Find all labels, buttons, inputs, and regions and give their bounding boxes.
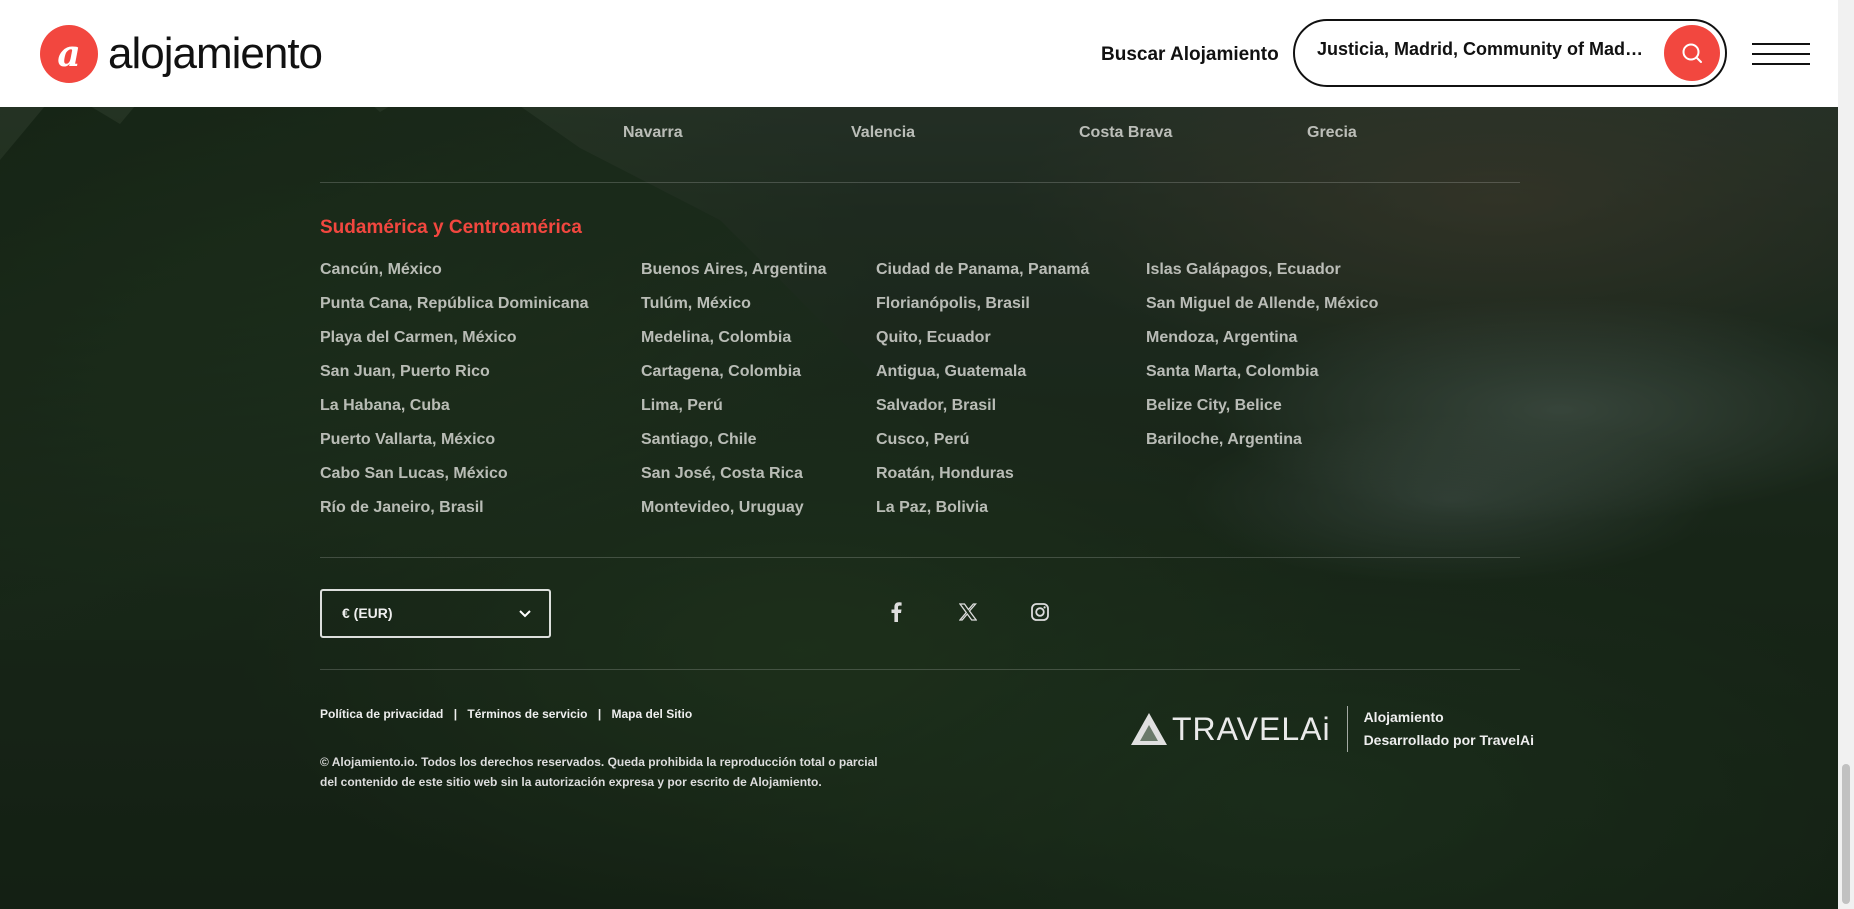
travelai-logo[interactable]: TRAVELAi [1130, 711, 1331, 748]
link-destination[interactable]: Santiago, Chile [641, 431, 757, 449]
logo-mark-icon: a [40, 25, 98, 83]
link-destination[interactable]: Valencia [851, 124, 915, 142]
search-input[interactable]: Justicia, Madrid, Community of Madri... [1317, 39, 1647, 67]
copyright-line: © Alojamiento.io. Todos los derechos res… [320, 755, 878, 769]
scrollbar-thumb[interactable] [1842, 764, 1850, 904]
section-title-sudamerica: Sudamérica y Centroamérica [320, 217, 582, 238]
link-destination[interactable]: Cusco, Perú [876, 431, 969, 449]
x-link[interactable] [956, 600, 980, 624]
link-destination[interactable]: Mendoza, Argentina [1146, 329, 1297, 347]
link-destination[interactable]: Roatán, Honduras [876, 465, 1014, 483]
sitemap-link[interactable]: Mapa del Sitio [612, 707, 693, 721]
brand-text: Alojamiento Desarrollado por TravelAi [1364, 706, 1534, 752]
link-destination[interactable]: Cabo San Lucas, México [320, 465, 508, 483]
x-icon [959, 603, 977, 621]
currency-value: € (EUR) [342, 605, 393, 621]
link-destination[interactable]: Lima, Perú [641, 397, 723, 415]
link-destination[interactable]: Antigua, Guatemala [876, 363, 1026, 381]
link-destination[interactable]: Florianópolis, Brasil [876, 295, 1030, 313]
footer-content: Navarra Valencia Costa Brava Grecia Suda… [0, 0, 1838, 909]
link-destination[interactable]: San José, Costa Rica [641, 465, 803, 483]
divider [320, 182, 1520, 183]
link-destination[interactable]: Punta Cana, República Dominicana [320, 295, 589, 313]
link-destination[interactable]: Medelina, Colombia [641, 329, 791, 347]
hamburger-menu-icon [1752, 43, 1810, 45]
divider [320, 669, 1520, 670]
copyright-text: © Alojamiento.io. Todos los derechos res… [320, 752, 940, 792]
search-button[interactable] [1664, 25, 1720, 81]
link-destination[interactable]: Puerto Vallarta, México [320, 431, 495, 449]
link-destination[interactable]: Buenos Aires, Argentina [641, 261, 827, 279]
search-icon [1682, 43, 1702, 63]
link-destination[interactable]: La Habana, Cuba [320, 397, 450, 415]
link-destination[interactable]: La Paz, Bolivia [876, 499, 988, 517]
separator: | [597, 707, 602, 721]
link-destination[interactable]: Costa Brava [1079, 124, 1172, 142]
site-logo[interactable]: a alojamiento [40, 25, 323, 83]
legal-links: Política de privacidad | Términos de ser… [320, 707, 692, 721]
currency-select[interactable]: € (EUR) [320, 589, 551, 638]
link-destination[interactable]: Cartagena, Colombia [641, 363, 801, 381]
copyright-line: del contenido de este sitio web sin la a… [320, 775, 822, 789]
brand-line-developed-by: Desarrollado por TravelAi [1363, 732, 1534, 748]
hamburger-menu-button[interactable] [1752, 43, 1810, 65]
link-destination[interactable]: Belize City, Belice [1146, 397, 1282, 415]
divider [320, 557, 1520, 558]
link-destination[interactable]: Playa del Carmen, México [320, 329, 517, 347]
link-destination[interactable]: Montevideo, Uruguay [641, 499, 804, 517]
brand-divider [1346, 706, 1348, 752]
site-header: a alojamiento Buscar Alojamiento Justici… [0, 0, 1838, 107]
link-destination[interactable]: Ciudad de Panama, Panamá [876, 261, 1089, 279]
link-destination[interactable]: San Miguel de Allende, México [1146, 295, 1378, 313]
link-destination[interactable]: Tulúm, México [641, 295, 751, 313]
travelai-brand: TRAVELAi Alojamiento Desarrollado por Tr… [1130, 706, 1534, 752]
link-destination[interactable]: Quito, Ecuador [876, 329, 991, 347]
travelai-triangle-icon [1131, 713, 1167, 745]
link-destination[interactable]: Islas Galápagos, Ecuador [1146, 261, 1341, 279]
link-destination[interactable]: Bariloche, Argentina [1146, 431, 1302, 449]
search-box: Justicia, Madrid, Community of Madri... [1293, 19, 1727, 87]
link-destination[interactable]: Navarra [623, 124, 683, 142]
link-destination[interactable]: Santa Marta, Colombia [1146, 363, 1318, 381]
separator: | [453, 707, 458, 721]
brand-line-alojamiento: Alojamiento [1363, 709, 1444, 725]
link-destination[interactable]: Grecia [1307, 124, 1357, 142]
terms-of-service-link[interactable]: Términos de servicio [467, 707, 587, 721]
travelai-logo-text: TRAVELAi [1172, 710, 1331, 747]
privacy-policy-link[interactable]: Política de privacidad [320, 707, 443, 721]
chevron-down-icon [519, 610, 531, 618]
facebook-icon [891, 602, 902, 622]
nav-buscar-alojamiento[interactable]: Buscar Alojamiento [1101, 44, 1279, 66]
link-destination[interactable]: Cancún, México [320, 261, 442, 279]
logo-text: alojamiento [108, 29, 323, 78]
instagram-icon [1031, 603, 1049, 621]
facebook-link[interactable] [884, 600, 908, 624]
link-destination[interactable]: San Juan, Puerto Rico [320, 363, 490, 381]
instagram-link[interactable] [1028, 600, 1052, 624]
link-destination[interactable]: Salvador, Brasil [876, 397, 996, 415]
link-destination[interactable]: Río de Janeiro, Brasil [320, 499, 484, 517]
page-scrollbar[interactable] [1838, 0, 1854, 909]
